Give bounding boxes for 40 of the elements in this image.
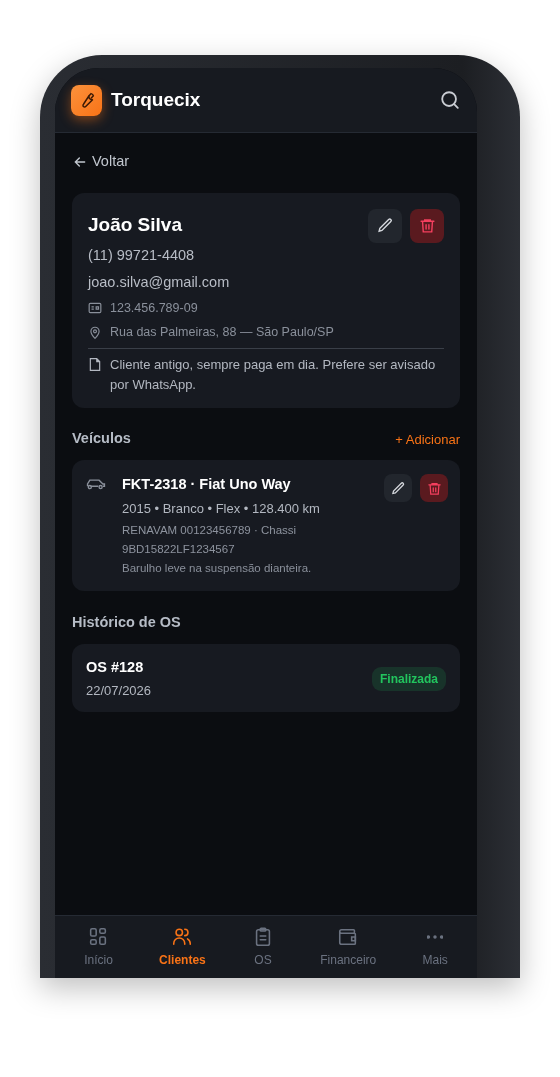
location-pin-icon <box>88 324 102 340</box>
trash-icon <box>426 480 442 496</box>
back-link[interactable]: Voltar <box>72 151 130 173</box>
car-icon <box>86 477 106 492</box>
client-email: joao.silva@gmail.com <box>88 273 231 293</box>
client-phone: (11) 99721-4408 <box>88 246 196 266</box>
id-card-icon <box>88 302 102 315</box>
pencil-icon <box>390 480 406 496</box>
order-date: 22/07/2026 <box>86 681 153 700</box>
client-note: Cliente antigo, sempre paga em dia. Prefere ser avisado por WhatsApp. <box>110 356 437 394</box>
more-icon <box>427 934 444 939</box>
nav-tab[interactable]: Início <box>80 925 117 969</box>
note-icon <box>88 357 102 373</box>
app-name: Torquecix <box>111 87 201 112</box>
nav-tab[interactable]: Financeiro <box>316 925 381 969</box>
vehicle-registry: RENAVAM 00123456789 · Chassi 9BD15822LF1234567 <box>122 523 298 557</box>
client-name: João Silva <box>88 212 183 237</box>
vehicle-title: FKT-2318 · Fiat Uno Way <box>122 475 292 495</box>
client-address: Rua das Palmeiras, 88 — São Paulo/SP <box>110 323 334 341</box>
edit-button[interactable] <box>368 208 402 243</box>
nav-tab[interactable]: Mais <box>418 925 452 969</box>
edit-button[interactable] <box>384 474 412 503</box>
section-title: Veículos <box>72 429 131 449</box>
delete-button[interactable] <box>420 474 448 503</box>
trash-icon <box>418 217 436 235</box>
pencil-icon <box>376 217 394 235</box>
users-icon <box>171 925 194 948</box>
nav-tab[interactable]: Clientes <box>155 925 210 969</box>
add-link[interactable]: + Adicionar <box>395 429 460 449</box>
nav-tab[interactable]: OS <box>248 925 278 969</box>
order-number: OS #128 <box>86 658 145 678</box>
client-document: 123.456.789-09 <box>110 299 198 317</box>
delete-button[interactable] <box>410 208 444 243</box>
order-card[interactable]: OS #128 22/07/2026 Finalizada <box>72 644 460 713</box>
vehicle-note: Barulho leve na suspensão dianteira. <box>122 561 313 577</box>
search-icon[interactable] <box>439 89 461 111</box>
vehicle-details: 2015 • Branco • Flex • 128.400 km <box>122 499 321 518</box>
status-badge: Finalizada <box>372 666 446 691</box>
app-logo-icon <box>71 84 102 116</box>
section-title: Histórico de OS <box>72 613 182 633</box>
